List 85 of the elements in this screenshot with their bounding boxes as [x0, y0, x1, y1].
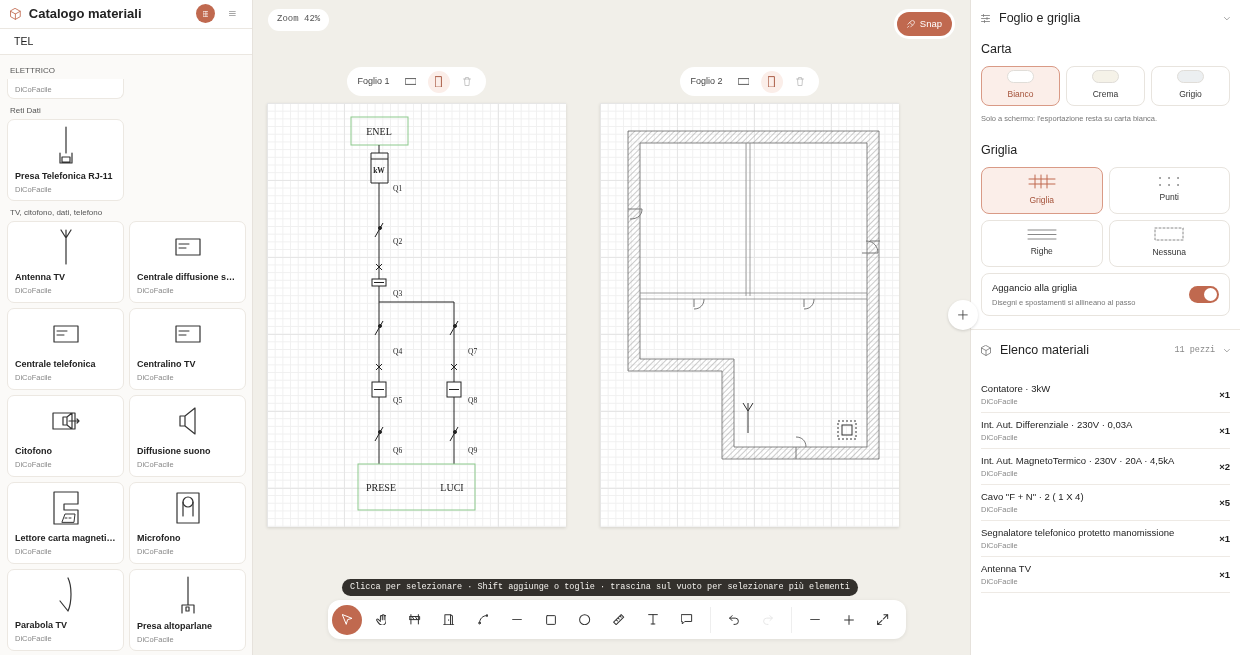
quantity: ×1 — [1219, 531, 1230, 546]
box-icon — [981, 345, 991, 357]
landscape-page-icon — [404, 78, 417, 85]
section-title: Elenco materiali — [1000, 342, 1090, 360]
quantity: ×5 — [1219, 495, 1230, 510]
material-name: Segnalatore telefonico protetto manomissione — [981, 526, 1175, 540]
symbol-icon — [51, 411, 80, 430]
panel-symbol-icon — [174, 324, 201, 343]
material-name: Int. Aut. Differenziale · 230V · 0,03A — [981, 418, 1133, 432]
grid-style-icon — [1027, 173, 1056, 189]
panel-symbol-icon — [52, 324, 79, 343]
material-name: Centralino TV — [137, 358, 197, 372]
grid-icon — [202, 11, 209, 17]
material-name: Contatore · 3kW — [981, 382, 1051, 396]
zoom-badge: Zoom 42% — [268, 9, 330, 31]
setting-title: Aggancio alla griglia — [992, 280, 1079, 295]
material-name: Centrale diffusione s… — [137, 271, 236, 285]
panel-symbol-icon — [174, 237, 201, 256]
grid-style-icon — [1154, 227, 1185, 242]
menu-icon — [229, 11, 236, 17]
grid-option[interactable]: Punti — [1108, 166, 1230, 214]
trash-icon — [795, 77, 804, 86]
material-name: Antenna TV — [15, 271, 66, 285]
section-title: TV, citofono, dati, telefono — [10, 207, 104, 219]
grid-style-icon — [1159, 176, 1180, 186]
portrait-page-icon — [435, 75, 442, 88]
section-title: ELETTRICO — [10, 65, 56, 77]
group-label: Carta — [981, 41, 1013, 58]
material-name: Int. Aut. MagnetoTermico · 230V · 20A · 4,5kA — [981, 454, 1175, 468]
sheet-label: Foglio 2 — [690, 74, 723, 88]
plus-icon — [958, 310, 968, 320]
material-name: Lettore carta magneti… — [15, 532, 116, 546]
material-name: Antenna TV — [981, 562, 1031, 576]
supply-box — [350, 116, 409, 146]
sliders-icon — [981, 14, 990, 23]
group-label: Griglia — [981, 142, 1019, 159]
snap-button[interactable]: Snap — [896, 12, 952, 37]
symbol-icon — [58, 126, 73, 164]
grid-style-icon — [1026, 228, 1057, 240]
piece-count: 11 pezzi — [1174, 344, 1216, 358]
material-name: Microfono — [137, 532, 182, 546]
paper-option[interactable]: Crema — [1066, 65, 1145, 106]
material-name: Parabola TV — [15, 619, 69, 633]
schematic-label: LUCI — [440, 482, 464, 493]
pointer-tool-button[interactable] — [332, 604, 362, 635]
schematic-label: PRESE — [366, 482, 396, 493]
material-name: Citofono — [15, 445, 53, 459]
hint-tooltip: Clicca per selezionare · Shift aggiunge o toglie · trascina sul vuoto per selezionare più elementi — [342, 579, 858, 596]
box-icon — [10, 7, 21, 20]
grid-option[interactable]: Righe — [981, 219, 1103, 267]
quantity: ×1 — [1219, 423, 1230, 438]
grid-view-button[interactable] — [196, 4, 215, 24]
paper-option[interactable]: Grigio — [1151, 65, 1230, 106]
section-title: Reti Dati — [10, 105, 42, 117]
quantity: ×1 — [1219, 387, 1230, 402]
grid-option[interactable]: Nessuna — [1108, 219, 1230, 267]
quantity: ×2 — [1219, 459, 1230, 474]
toggle-switch[interactable] — [1189, 286, 1219, 303]
magnet-icon — [906, 20, 915, 29]
material-name: Centrale telefonica — [15, 358, 97, 372]
panel-title: Catalogo materiali — [28, 5, 143, 24]
search-field[interactable]: TEL — [0, 28, 252, 55]
quantity: ×1 — [1219, 567, 1230, 582]
portrait-button[interactable] — [760, 70, 783, 93]
portrait-button[interactable] — [427, 70, 450, 93]
portrait-page-icon — [768, 75, 775, 88]
symbol-icon — [175, 491, 200, 524]
schematic-label: ENEL — [366, 126, 392, 137]
sheet-label: Foglio 1 — [357, 74, 390, 88]
symbol-icon — [52, 490, 79, 525]
material-name: Cavo "F + N" · 2 ( 1 X 4) — [981, 490, 1084, 504]
paper-option[interactable]: Bianco — [981, 65, 1060, 106]
landscape-page-icon — [737, 78, 750, 85]
trash-icon — [462, 77, 471, 86]
chevron-down-icon[interactable] — [1224, 16, 1230, 21]
symbol-icon — [59, 228, 72, 265]
symbol-icon — [179, 406, 196, 435]
grid-option[interactable]: Griglia — [981, 166, 1103, 214]
material-name: Presa altoparlane — [137, 620, 214, 633]
section-title: Foglio e griglia — [999, 10, 1082, 28]
material-name: Diffusione suono — [137, 445, 212, 459]
symbol-icon — [59, 577, 72, 613]
symbol-icon — [180, 576, 195, 614]
material-name: Presa Telefonica RJ-11 — [15, 170, 114, 183]
chevron-down-icon[interactable] — [1224, 349, 1230, 353]
